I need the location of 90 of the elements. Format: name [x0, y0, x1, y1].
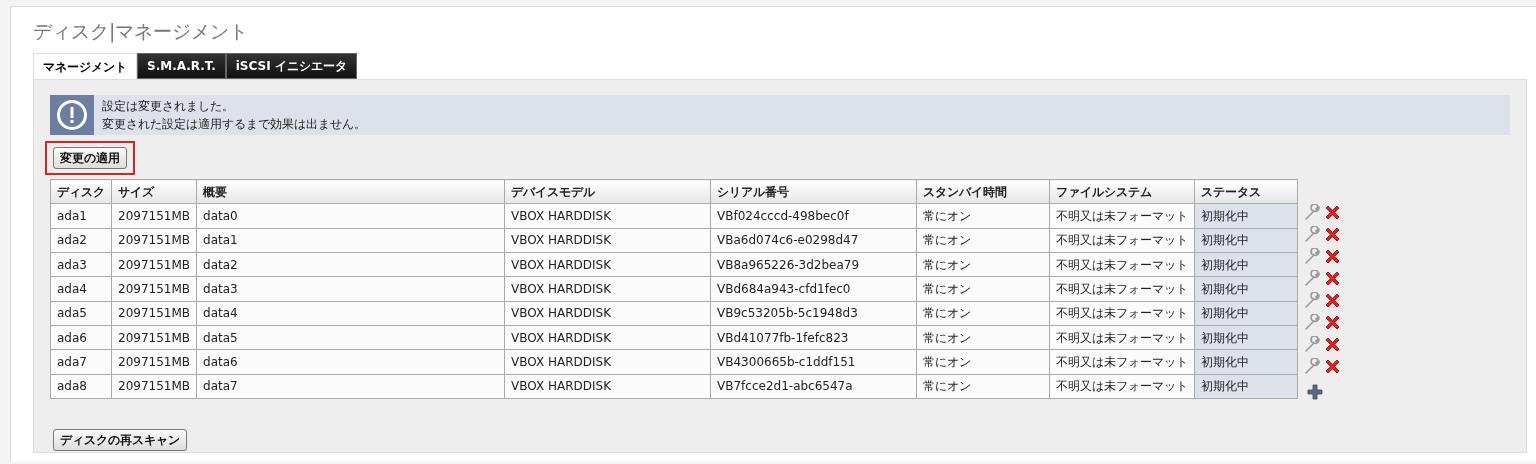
- table-cell: 初期化中: [1194, 301, 1298, 326]
- tab[interactable]: マネージメント: [33, 53, 137, 79]
- add-icon[interactable]: [1307, 384, 1324, 400]
- table-cell: data0: [196, 203, 505, 229]
- apply-button[interactable]: 変更の適用: [53, 147, 127, 169]
- table-cell: VBd41077fb-1fefc823: [710, 325, 917, 350]
- tab[interactable]: S.M.A.R.T.: [137, 53, 226, 79]
- table-cell: data6: [196, 349, 505, 375]
- table-cell: 初期化中: [1194, 349, 1298, 375]
- delete-icon[interactable]: [1324, 291, 1342, 309]
- table-cell: 初期化中: [1194, 374, 1298, 399]
- column-header: デバイスモデル: [504, 179, 711, 204]
- delete-icon[interactable]: [1324, 247, 1342, 265]
- table-cell: 不明又は未フォーマット: [1049, 374, 1195, 399]
- table-cell: 2097151MB: [111, 203, 197, 229]
- table-cell: ada7: [50, 349, 112, 375]
- table-cell: VBa6d074c6-e0298d47: [710, 228, 917, 253]
- table-cell: VB7fcce2d1-abc6547a: [710, 374, 917, 399]
- table-cell: 2097151MB: [111, 276, 197, 302]
- notice-text: 変更された設定は適用するまで効果は出ません。: [102, 116, 366, 133]
- table-cell: 初期化中: [1194, 203, 1298, 229]
- table-cell: 不明又は未フォーマット: [1049, 203, 1195, 229]
- table-cell: 初期化中: [1194, 276, 1298, 302]
- table-cell: 初期化中: [1194, 252, 1298, 277]
- table-cell: VBOX HARDDISK: [504, 325, 711, 350]
- table-cell: data2: [196, 252, 505, 277]
- table-cell: data5: [196, 325, 505, 350]
- table-cell: VBOX HARDDISK: [504, 252, 711, 277]
- table-cell: 不明又は未フォーマット: [1049, 301, 1195, 326]
- column-header: 概要: [196, 179, 505, 204]
- table-cell: 常にオン: [916, 203, 1050, 229]
- table-cell: ada3: [50, 252, 112, 277]
- table-cell: VBOX HARDDISK: [504, 301, 711, 326]
- column-header: スタンバイ時間: [916, 179, 1050, 204]
- delete-icon[interactable]: [1324, 203, 1342, 221]
- table-cell: 不明又は未フォーマット: [1049, 252, 1195, 277]
- table-cell: 常にオン: [916, 301, 1050, 326]
- table-cell: ada1: [50, 203, 112, 229]
- column-header: ステータス: [1194, 179, 1298, 204]
- table-cell: 2097151MB: [111, 325, 197, 350]
- tab[interactable]: iSCSI イニシエータ: [225, 53, 357, 79]
- table-cell: VB9c53205b-5c1948d3: [710, 301, 917, 326]
- table-cell: VBOX HARDDISK: [504, 349, 711, 375]
- table-cell: 不明又は未フォーマット: [1049, 276, 1195, 302]
- table-cell: data3: [196, 276, 505, 302]
- table-cell: VBOX HARDDISK: [504, 276, 711, 302]
- column-header: サイズ: [111, 179, 197, 204]
- table-cell: 2097151MB: [111, 301, 197, 326]
- page-title: ディスク|マネージメント: [33, 19, 250, 45]
- table-cell: ada8: [50, 374, 112, 399]
- table-cell: VB4300665b-c1ddf151: [710, 349, 917, 375]
- table-cell: data4: [196, 301, 505, 326]
- table-cell: 常にオン: [916, 325, 1050, 350]
- table-cell: VBf024cccd-498bec0f: [710, 203, 917, 229]
- column-header: ディスク: [50, 179, 112, 204]
- table-cell: 2097151MB: [111, 252, 197, 277]
- delete-icon[interactable]: [1324, 357, 1342, 375]
- notice-text: 設定は変更されました。: [102, 98, 235, 115]
- table-cell: VBOX HARDDISK: [504, 228, 711, 253]
- table-cell: VBd684a943-cfd1fec0: [710, 276, 917, 302]
- table-cell: ada2: [50, 228, 112, 253]
- table-cell: data1: [196, 228, 505, 253]
- table-cell: 不明又は未フォーマット: [1049, 228, 1195, 253]
- table-cell: 常にオン: [916, 276, 1050, 302]
- table-cell: data7: [196, 374, 505, 399]
- table-cell: 不明又は未フォーマット: [1049, 325, 1195, 350]
- table-cell: 常にオン: [916, 349, 1050, 375]
- table-cell: ada4: [50, 276, 112, 302]
- table-cell: 初期化中: [1194, 228, 1298, 253]
- table-cell: VB8a965226-3d2bea79: [710, 252, 917, 277]
- table-cell: 初期化中: [1194, 325, 1298, 350]
- table-cell: 2097151MB: [111, 228, 197, 253]
- exclamation-icon: [50, 95, 94, 135]
- delete-icon[interactable]: [1324, 225, 1342, 243]
- table-cell: 常にオン: [916, 252, 1050, 277]
- rescan-button[interactable]: ディスクの再スキャン: [53, 429, 187, 451]
- table-cell: 常にオン: [916, 228, 1050, 253]
- table-cell: 不明又は未フォーマット: [1049, 349, 1195, 375]
- table-cell: 常にオン: [916, 374, 1050, 399]
- table-cell: 2097151MB: [111, 374, 197, 399]
- table-cell: VBOX HARDDISK: [504, 203, 711, 229]
- table-cell: VBOX HARDDISK: [504, 374, 711, 399]
- table-cell: 2097151MB: [111, 349, 197, 375]
- table-cell: ada6: [50, 325, 112, 350]
- table-cell: ada5: [50, 301, 112, 326]
- column-header: シリアル番号: [710, 179, 917, 204]
- delete-icon[interactable]: [1324, 335, 1342, 353]
- column-header: ファイルシステム: [1049, 179, 1195, 204]
- delete-icon[interactable]: [1324, 313, 1342, 331]
- delete-icon[interactable]: [1324, 269, 1342, 287]
